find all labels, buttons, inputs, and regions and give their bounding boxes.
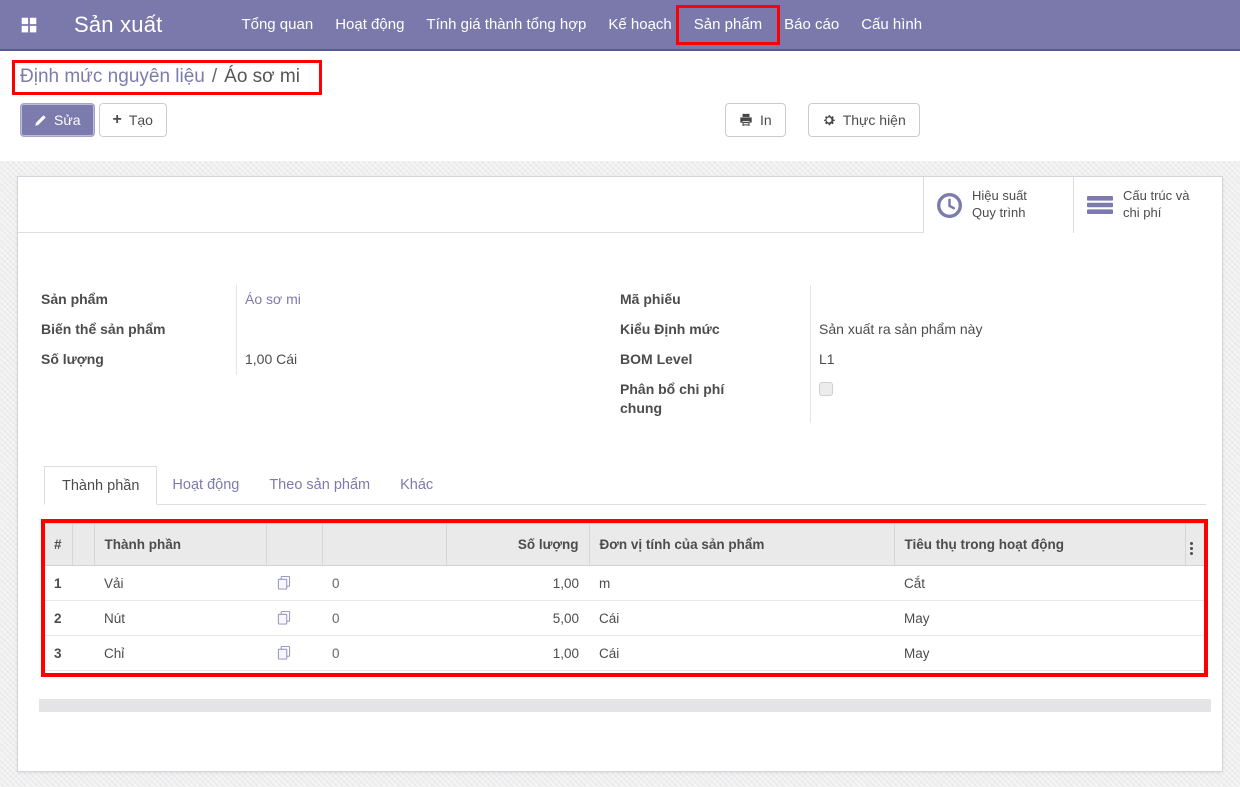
field-label-bien-the: Biến thể sản phẩm [41, 315, 236, 345]
overhead-allocation-checkbox[interactable] [819, 382, 833, 396]
copy-icon[interactable] [276, 575, 291, 590]
app-brand-title[interactable]: Sản xuất [74, 0, 162, 49]
field-value-bom-level: L1 [810, 345, 1205, 375]
action-buttons-row: Sửa + Tạo In [20, 103, 1220, 137]
components-table: # Thành phần Số lượng Đơn vị tính của sả… [44, 523, 1204, 671]
breadcrumb-current: Áo sơ mi [224, 66, 300, 88]
notebook: Thành phần Hoạt động Theo sản phẩm Khác … [44, 466, 1206, 671]
field-label-so-luong: Số lượng [41, 345, 236, 375]
menu-item-cau-hinh[interactable]: Cấu hình [850, 0, 933, 49]
field-value-phan-bo-chi-phi [810, 375, 1205, 423]
menu-item-tong-quan[interactable]: Tổng quan [230, 0, 324, 49]
col-header-operation: Tiêu thụ trong hoạt động [894, 524, 1185, 566]
stat-button-strip: Hiệu suất Quy trình Cấu trúc và chi phí [18, 177, 1222, 233]
apps-menu-button[interactable] [0, 0, 38, 49]
stat-button-process-performance[interactable]: Hiệu suất Quy trình [923, 177, 1073, 233]
form-fields: Sản phẩm Áo sơ mi Biến thể sản phẩm Số l… [41, 285, 1205, 423]
column-options-icon[interactable] [1188, 541, 1195, 556]
field-value-kieu-dinh-muc: Sản xuất ra sản phẩm này [810, 315, 1205, 345]
table-row[interactable]: 2 Nút 0 5,00 [44, 601, 1204, 636]
printer-icon [739, 113, 753, 127]
col-header-variant-icon [266, 524, 322, 566]
bars-icon [1086, 194, 1114, 216]
col-header-quantity: Số lượng [446, 524, 589, 566]
tab-theo-san-pham[interactable]: Theo sản phẩm [254, 466, 385, 504]
menu-item-hoat-dong[interactable]: Hoạt động [324, 0, 415, 49]
copy-icon[interactable] [276, 610, 291, 625]
breadcrumb: Định mức nguyên liệu / Áo sơ mi [20, 60, 300, 95]
field-value-ma-phieu [810, 285, 1205, 315]
action-menu-button[interactable]: Thực hiện [808, 103, 920, 137]
edit-button[interactable]: Sửa [20, 103, 95, 137]
table-header-row: # Thành phần Số lượng Đơn vị tính của sả… [44, 524, 1204, 566]
table-row[interactable]: 1 Vải 0 1,00 [44, 566, 1204, 601]
field-label-ma-phieu: Mã phiếu [620, 285, 810, 315]
create-button[interactable]: + Tạo [99, 103, 167, 137]
tab-bar: Thành phần Hoạt động Theo sản phẩm Khác [44, 466, 1206, 505]
top-navbar: Sản xuất Tổng quan Hoạt động Tính giá th… [0, 0, 1240, 51]
menu-item-san-pham[interactable]: Sản phẩm [683, 0, 773, 49]
product-link[interactable]: Áo sơ mi [245, 291, 301, 307]
form-sheet: Hiệu suất Quy trình Cấu trúc và chi phí [17, 176, 1223, 772]
clock-icon [936, 192, 963, 219]
field-label-bom-level: BOM Level [620, 345, 810, 375]
stat-button-structure-cost[interactable]: Cấu trúc và chi phí [1073, 177, 1222, 233]
control-panel: Định mức nguyên liệu / Áo sơ mi Sửa + Tạ… [0, 51, 1240, 161]
col-header-index: # [44, 524, 72, 566]
breadcrumb-parent-link[interactable]: Định mức nguyên liệu [20, 66, 205, 88]
main-menu: Tổng quan Hoạt động Tính giá thành tổng … [230, 0, 933, 49]
menu-item-bao-cao[interactable]: Báo cáo [773, 0, 850, 49]
tab-thanh-phan[interactable]: Thành phần [44, 466, 157, 505]
gear-icon [822, 113, 836, 127]
field-label-san-pham: Sản phẩm [41, 285, 236, 315]
menu-item-ke-hoach[interactable]: Kế hoạch [597, 0, 682, 49]
tab-khac[interactable]: Khác [385, 466, 448, 504]
col-header-uom: Đơn vị tính của sản phẩm [589, 524, 894, 566]
menu-item-tinh-gia-thanh[interactable]: Tính giá thành tổng hợp [415, 0, 597, 49]
apps-grid-icon [20, 16, 38, 34]
col-header-handle [72, 524, 94, 566]
field-value-so-luong: 1,00 Cái [236, 345, 603, 375]
list-footer-bar [39, 699, 1211, 712]
field-label-phan-bo-chi-phi: Phân bổ chi phí chung [620, 375, 748, 423]
col-header-variant-count [322, 524, 446, 566]
pencil-icon [34, 114, 47, 127]
components-table-wrap: # Thành phần Số lượng Đơn vị tính của sả… [44, 523, 1206, 671]
breadcrumb-separator: / [212, 66, 217, 88]
field-value-bien-the [236, 315, 603, 345]
plus-icon: + [113, 112, 122, 128]
field-label-kieu-dinh-muc: Kiểu Định mức [620, 315, 810, 345]
print-button[interactable]: In [725, 103, 786, 137]
copy-icon[interactable] [276, 645, 291, 660]
tab-hoat-dong[interactable]: Hoạt động [157, 466, 254, 504]
col-header-component: Thành phần [94, 524, 266, 566]
table-row[interactable]: 3 Chỉ 0 1,00 [44, 636, 1204, 671]
field-value-san-pham: Áo sơ mi [236, 285, 603, 315]
